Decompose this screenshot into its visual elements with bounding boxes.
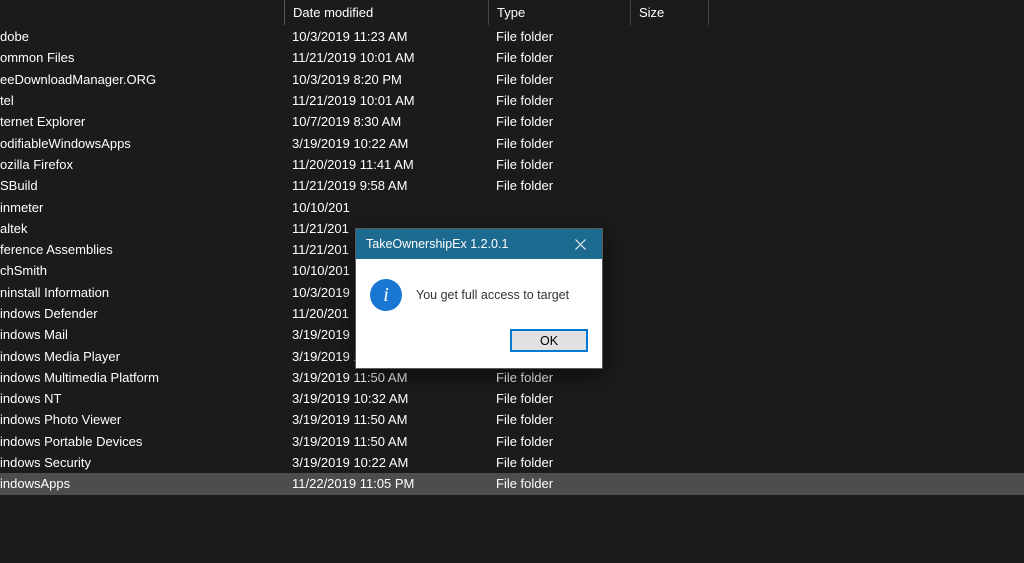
table-row[interactable]: ommon Files11/21/2019 10:01 AMFile folde… — [0, 47, 1024, 68]
table-row[interactable]: indows Portable Devices3/19/2019 11:50 A… — [0, 431, 1024, 452]
cell-type: File folder — [488, 391, 630, 406]
cell-type: File folder — [488, 412, 630, 427]
table-row[interactable]: ternet Explorer10/7/2019 8:30 AMFile fol… — [0, 111, 1024, 132]
cell-date: 11/22/2019 11:05 PM — [284, 476, 488, 491]
cell-name: indows Defender — [0, 306, 284, 321]
table-row[interactable]: SBuild11/21/2019 9:58 AMFile folder — [0, 175, 1024, 196]
cell-date: 11/21/2019 9:58 AM — [284, 178, 488, 193]
cell-date: 10/3/2019 11:23 AM — [284, 29, 488, 44]
cell-type: File folder — [488, 50, 630, 65]
cell-type: File folder — [488, 434, 630, 449]
dialog-body: i You get full access to target — [356, 259, 602, 329]
cell-date: 11/20/2019 11:41 AM — [284, 157, 488, 172]
cell-date: 3/19/2019 11:50 AM — [284, 434, 488, 449]
cell-name: indows Security — [0, 455, 284, 470]
cell-name: dobe — [0, 29, 284, 44]
cell-name: ternet Explorer — [0, 114, 284, 129]
cell-type: File folder — [488, 29, 630, 44]
cell-date: 3/19/2019 11:50 AM — [284, 370, 488, 385]
table-row[interactable]: indowsApps11/22/2019 11:05 PMFile folder — [0, 473, 1024, 494]
table-row[interactable]: odifiableWindowsApps3/19/2019 10:22 AMFi… — [0, 132, 1024, 153]
table-row[interactable]: inmeter10/10/201 — [0, 196, 1024, 217]
cell-type: File folder — [488, 178, 630, 193]
cell-name: chSmith — [0, 263, 284, 278]
dialog-close-button[interactable] — [558, 229, 602, 259]
cell-name: ninstall Information — [0, 285, 284, 300]
table-row[interactable]: indows Photo Viewer3/19/2019 11:50 AMFil… — [0, 409, 1024, 430]
cell-name: indows NT — [0, 391, 284, 406]
column-header-row: Date modified Type Size — [0, 0, 1024, 26]
cell-name: ozilla Firefox — [0, 157, 284, 172]
cell-name: eeDownloadManager.ORG — [0, 72, 284, 87]
cell-type: File folder — [488, 114, 630, 129]
dialog-button-row: OK — [356, 329, 602, 368]
cell-date: 3/19/2019 11:50 AM — [284, 412, 488, 427]
message-dialog: TakeOwnershipEx 1.2.0.1 i You get full a… — [355, 228, 603, 369]
dialog-titlebar[interactable]: TakeOwnershipEx 1.2.0.1 — [356, 229, 602, 259]
dialog-title: TakeOwnershipEx 1.2.0.1 — [366, 237, 508, 251]
column-header-name[interactable] — [0, 0, 284, 25]
cell-name: inmeter — [0, 200, 284, 215]
cell-name: indowsApps — [0, 476, 284, 491]
cell-type: File folder — [488, 370, 630, 385]
column-header-size[interactable]: Size — [631, 0, 709, 25]
cell-date: 10/10/201 — [284, 200, 488, 215]
cell-type: File folder — [488, 157, 630, 172]
cell-name: indows Media Player — [0, 349, 284, 364]
column-header-type[interactable]: Type — [489, 0, 631, 25]
cell-date: 11/21/2019 10:01 AM — [284, 93, 488, 108]
cell-date: 3/19/2019 10:32 AM — [284, 391, 488, 406]
table-row[interactable]: eeDownloadManager.ORG10/3/2019 8:20 PMFi… — [0, 69, 1024, 90]
cell-name: ference Assemblies — [0, 242, 284, 257]
table-row[interactable]: indows Multimedia Platform3/19/2019 11:5… — [0, 367, 1024, 388]
table-row[interactable]: ozilla Firefox11/20/2019 11:41 AMFile fo… — [0, 154, 1024, 175]
info-icon: i — [370, 279, 402, 311]
table-row[interactable]: dobe10/3/2019 11:23 AMFile folder — [0, 26, 1024, 47]
table-row[interactable]: indows NT3/19/2019 10:32 AMFile folder — [0, 388, 1024, 409]
close-icon — [575, 239, 586, 250]
cell-name: indows Multimedia Platform — [0, 370, 284, 385]
cell-date: 3/19/2019 10:22 AM — [284, 136, 488, 151]
cell-name: SBuild — [0, 178, 284, 193]
table-row[interactable]: tel11/21/2019 10:01 AMFile folder — [0, 90, 1024, 111]
cell-name: indows Photo Viewer — [0, 412, 284, 427]
cell-date: 3/19/2019 10:22 AM — [284, 455, 488, 470]
cell-date: 10/7/2019 8:30 AM — [284, 114, 488, 129]
table-row[interactable]: indows Security3/19/2019 10:22 AMFile fo… — [0, 452, 1024, 473]
dialog-message: You get full access to target — [416, 288, 569, 302]
cell-name: indows Portable Devices — [0, 434, 284, 449]
cell-type: File folder — [488, 455, 630, 470]
cell-date: 10/3/2019 8:20 PM — [284, 72, 488, 87]
cell-name: ommon Files — [0, 50, 284, 65]
cell-name: altek — [0, 221, 284, 236]
cell-type: File folder — [488, 93, 630, 108]
cell-type: File folder — [488, 136, 630, 151]
cell-name: tel — [0, 93, 284, 108]
cell-name: odifiableWindowsApps — [0, 136, 284, 151]
cell-name: indows Mail — [0, 327, 284, 342]
cell-date: 11/21/2019 10:01 AM — [284, 50, 488, 65]
cell-type: File folder — [488, 72, 630, 87]
ok-button[interactable]: OK — [510, 329, 588, 352]
cell-type: File folder — [488, 476, 630, 491]
column-header-date[interactable]: Date modified — [285, 0, 489, 25]
